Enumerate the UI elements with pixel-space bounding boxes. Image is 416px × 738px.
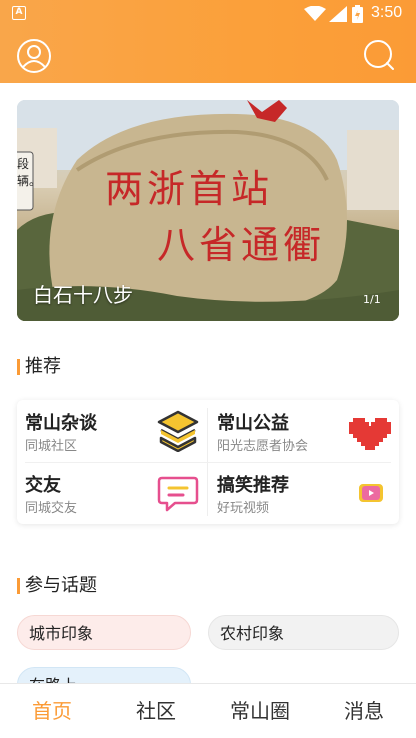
chat-bubble-icon (157, 476, 199, 512)
search-icon[interactable] (362, 38, 396, 72)
recommend-item-title: 交友 (25, 475, 61, 496)
topic-tag-village[interactable]: 农村印象 (208, 615, 399, 650)
recommend-item-funny[interactable]: 搞笑推荐 好玩视频 (209, 462, 399, 524)
recommend-item-changshan-talk[interactable]: 常山杂谈 同城社区 (17, 400, 207, 462)
topic-tag-city[interactable]: 城市印象 (17, 615, 191, 650)
recommend-item-subtitle: 好玩视频 (217, 501, 270, 516)
tab-home[interactable]: 首页 (0, 684, 104, 738)
recommend-section-title: 推荐 (17, 356, 61, 378)
stacked-layers-icon (157, 410, 199, 452)
user-circle-icon[interactable] (16, 38, 52, 74)
banner-caption: 白石十八步 (33, 283, 133, 307)
banner-index: 1/1 (363, 293, 381, 306)
tab-community[interactable]: 社区 (104, 684, 208, 738)
tab-changshan-circle[interactable]: 常山圈 (208, 684, 312, 738)
banner-sign-text: 段辆。 (17, 157, 42, 188)
recommend-item-friends[interactable]: 交友 同城交友 (17, 462, 207, 524)
pixel-heart-icon (349, 418, 391, 450)
recommend-item-public-welfare[interactable]: 常山公益 阳光志愿者协会 (209, 400, 399, 462)
top-header: A 3:50 (0, 0, 416, 83)
recommend-item-subtitle: 同城交友 (25, 501, 78, 516)
signal-icon (329, 6, 347, 22)
topics-section-title: 参与话题 (17, 575, 97, 597)
status-time: 3:50 (371, 4, 403, 21)
recommend-item-title: 常山公益 (217, 413, 289, 434)
recommend-item-subtitle: 同城社区 (25, 439, 78, 454)
banner-carousel[interactable]: 段辆。 两浙首站 八省通衢 白石十八步 1/1 (17, 100, 399, 321)
bottom-tab-bar: 首页 社区 常山圈 消息 (0, 683, 416, 738)
banner-carved-line2: 八省通衢 (157, 223, 326, 267)
battery-icon (352, 5, 363, 23)
tab-messages[interactable]: 消息 (312, 684, 416, 738)
recommend-grid: 常山杂谈 同城社区 常山公益 阳光志愿者协会 交友 同城交友 搞笑推荐 好玩视频 (17, 400, 399, 524)
status-bar: A 3:50 (0, 0, 416, 28)
app-notification-icon: A (12, 6, 26, 20)
banner-carved-line1: 两浙首站 (105, 167, 274, 211)
recommend-item-title: 搞笑推荐 (217, 475, 289, 496)
video-icon (359, 484, 383, 502)
wifi-icon (304, 6, 326, 21)
recommend-item-subtitle: 阳光志愿者协会 (217, 439, 309, 454)
recommend-item-title: 常山杂谈 (25, 413, 97, 434)
